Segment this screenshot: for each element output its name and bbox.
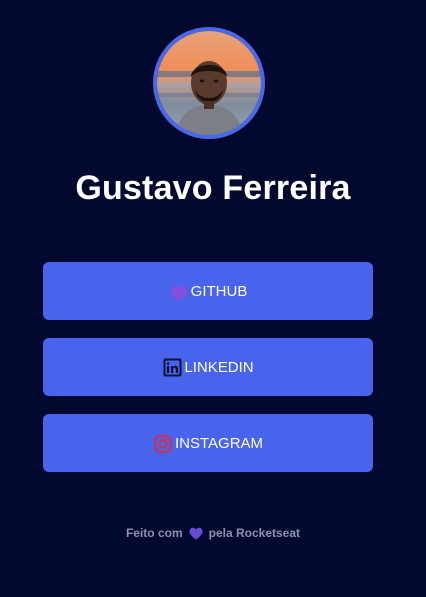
profile-name: Gustavo Ferreira [75,169,351,207]
instagram-icon [153,434,173,454]
footer-prefix: Feito com [125,526,183,540]
profile-avatar [153,27,265,139]
instagram-link-button[interactable]: INSTAGRAM [43,414,373,472]
github-link-label: GITHUB [190,283,248,300]
github-link-button[interactable]: GITHUB [43,262,373,320]
linkedin-link-label: LINKEDIN [184,359,254,376]
octocat-icon [169,282,189,302]
footer-suffix: pela Rocketseat [208,526,301,540]
avatar-image [157,31,261,135]
footer: Feito com pela Rocketseat [0,526,426,540]
linkedin-icon [162,358,182,378]
linkedin-link-button[interactable]: LINKEDIN [43,338,373,396]
heart-icon [189,527,203,540]
instagram-link-label: INSTAGRAM [174,435,264,452]
